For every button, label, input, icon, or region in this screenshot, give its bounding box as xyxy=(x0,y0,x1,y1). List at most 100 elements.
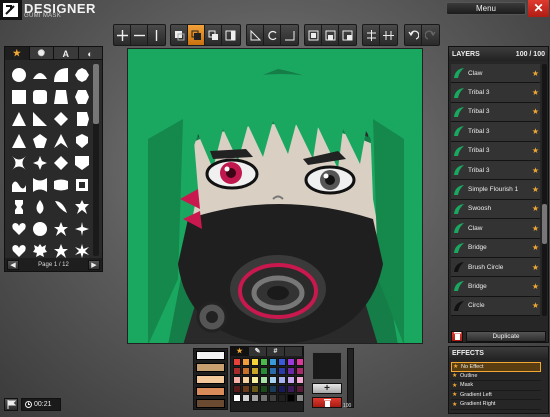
palette-swatch[interactable] xyxy=(251,385,259,393)
shape-item[interactable] xyxy=(30,108,50,129)
tab-symbols[interactable]: ✺ xyxy=(30,47,54,60)
shape-item[interactable] xyxy=(9,86,29,107)
shape-item[interactable] xyxy=(51,108,71,129)
palette-swatch[interactable] xyxy=(296,376,304,384)
flag-button[interactable] xyxy=(4,398,18,411)
layer-row[interactable]: Tribal 3 ★ xyxy=(451,160,540,181)
star-icon[interactable]: ★ xyxy=(531,127,540,136)
palette-swatch[interactable] xyxy=(260,385,268,393)
palette-swatch[interactable] xyxy=(242,385,250,393)
shape-item[interactable] xyxy=(9,152,29,173)
redo-icon[interactable] xyxy=(422,25,439,45)
palette-swatch[interactable] xyxy=(278,394,286,402)
shape-item[interactable] xyxy=(51,174,71,195)
star-icon[interactable]: ★ xyxy=(531,301,540,310)
star-icon[interactable]: ★ xyxy=(531,282,540,291)
layers-scrollbar[interactable] xyxy=(542,64,547,316)
align-left-icon[interactable] xyxy=(305,25,322,45)
shape-item[interactable] xyxy=(72,218,92,239)
palette-swatch[interactable] xyxy=(251,367,259,375)
palette-swatch[interactable] xyxy=(242,394,250,402)
shape-scrollbar[interactable] xyxy=(93,64,99,256)
palette-swatch[interactable] xyxy=(269,385,277,393)
layer-row[interactable]: Claw ★ xyxy=(451,219,540,239)
star-icon[interactable]: ★ xyxy=(531,185,540,194)
star-icon[interactable]: ★ xyxy=(531,243,540,252)
shape-item[interactable] xyxy=(51,64,71,85)
palette-swatch[interactable] xyxy=(260,376,268,384)
shape-item[interactable] xyxy=(30,174,50,195)
palette-swatch[interactable] xyxy=(233,376,241,384)
palette-swatch[interactable] xyxy=(269,367,277,375)
flip-horizontal-icon[interactable] xyxy=(247,25,264,45)
shape-item[interactable] xyxy=(9,174,29,195)
palette-swatch[interactable] xyxy=(287,385,295,393)
layer-row[interactable]: Bridge ★ xyxy=(451,277,540,297)
shape-item[interactable] xyxy=(51,152,71,173)
rotate-icon[interactable] xyxy=(264,25,281,45)
recent-colour-swatch[interactable] xyxy=(196,363,225,372)
palette-swatch[interactable] xyxy=(233,385,241,393)
palette-swatch[interactable] xyxy=(287,394,295,402)
palette-swatch[interactable] xyxy=(296,358,304,366)
palette-swatch[interactable] xyxy=(260,358,268,366)
scroll-thumb[interactable] xyxy=(542,204,547,244)
shape-item[interactable] xyxy=(72,196,92,217)
tab-favorite-colours[interactable]: ★ xyxy=(231,347,249,356)
effect-item[interactable]: ★ No Effect xyxy=(451,362,541,372)
palette-swatch[interactable] xyxy=(260,367,268,375)
star-icon[interactable]: ★ xyxy=(531,204,540,213)
palette-swatch[interactable] xyxy=(242,367,250,375)
palette-swatch[interactable] xyxy=(260,394,268,402)
shape-item[interactable] xyxy=(72,64,92,85)
scroll-thumb[interactable] xyxy=(93,64,99,124)
close-button[interactable]: ✕ xyxy=(528,0,549,17)
resize-horizontal-icon[interactable] xyxy=(131,25,148,45)
layer-row[interactable]: Bridge ★ xyxy=(451,238,540,258)
tab-eyedropper[interactable]: ✎ xyxy=(249,347,267,356)
layer-row[interactable]: Brush Circle ★ xyxy=(451,257,540,278)
delete-layer-button[interactable] xyxy=(451,330,463,342)
shape-item[interactable] xyxy=(9,108,29,129)
recent-colour-swatch[interactable] xyxy=(196,387,225,396)
effect-item[interactable]: ★ Mask xyxy=(451,381,541,391)
recent-colour-swatch[interactable] xyxy=(196,399,225,408)
star-icon[interactable]: ★ xyxy=(531,263,540,272)
next-page-button[interactable]: ▶ xyxy=(87,259,100,270)
palette-swatch[interactable] xyxy=(251,376,259,384)
tab-images[interactable]: ◐ xyxy=(79,47,103,60)
palette-swatch[interactable] xyxy=(296,367,304,375)
star-icon[interactable]: ★ xyxy=(531,107,540,116)
palette-swatch[interactable] xyxy=(278,385,286,393)
layer-row[interactable]: Claw ★ xyxy=(451,64,540,84)
palette-swatch[interactable] xyxy=(278,367,286,375)
tab-text[interactable]: A xyxy=(54,47,79,60)
layer-row[interactable]: Circle ★ xyxy=(451,296,540,317)
shape-item[interactable] xyxy=(30,86,50,107)
shape-item[interactable] xyxy=(30,196,50,217)
layer-row[interactable]: Tribal 3 ★ xyxy=(451,122,540,142)
palette-swatch[interactable] xyxy=(251,394,259,402)
center-horizontal-icon[interactable] xyxy=(363,25,380,45)
palette-swatch[interactable] xyxy=(296,385,304,393)
palette-swatch[interactable] xyxy=(233,367,241,375)
palette-swatch[interactable] xyxy=(287,376,295,384)
delete-colour-button[interactable] xyxy=(312,397,342,408)
palette-swatch[interactable] xyxy=(278,358,286,366)
palette-swatch[interactable] xyxy=(269,358,277,366)
tab-hex[interactable]: # xyxy=(267,347,285,356)
undo-icon[interactable] xyxy=(405,25,422,45)
center-vertical-icon[interactable] xyxy=(380,25,397,45)
resize-vertical-icon[interactable] xyxy=(148,25,165,45)
shape-item[interactable] xyxy=(51,196,71,217)
star-icon[interactable]: ★ xyxy=(531,146,540,155)
star-icon[interactable]: ★ xyxy=(531,166,540,175)
stack-order-icon[interactable] xyxy=(188,25,205,45)
shape-item[interactable] xyxy=(51,218,71,239)
recent-colour-swatch[interactable] xyxy=(196,375,225,384)
recent-colour-swatch[interactable] xyxy=(196,351,225,360)
palette-swatch[interactable] xyxy=(269,394,277,402)
layer-row[interactable]: Tribal 3 ★ xyxy=(451,83,540,103)
duplicate-button[interactable]: Duplicate xyxy=(466,330,546,342)
palette-swatch[interactable] xyxy=(233,394,241,402)
